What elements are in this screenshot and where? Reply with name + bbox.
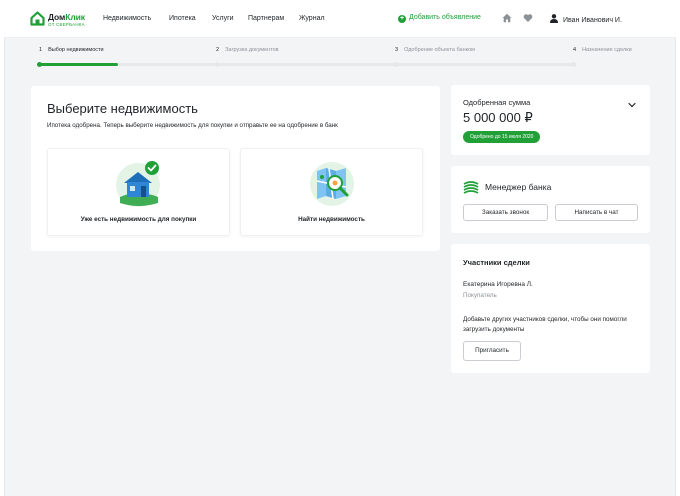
user-icon bbox=[550, 14, 558, 23]
bank-manager-card: Менеджер банка Заказать звонок Написать … bbox=[451, 166, 650, 233]
option-have-property[interactable]: Уже есть недвижимость для покупки bbox=[47, 148, 230, 236]
logo-text: ДомКлик bbox=[48, 12, 85, 22]
deal-participants-card: Участники сделки Екатерина Игоревна Л. П… bbox=[451, 244, 650, 373]
progress-track bbox=[40, 63, 576, 66]
participant-name: Екатерина Игоревна Л. bbox=[463, 281, 533, 288]
chevron-down-icon[interactable] bbox=[628, 102, 636, 108]
option-find-property[interactable]: Найти недвижимость bbox=[240, 148, 423, 236]
participant-role: Покупатель bbox=[463, 292, 497, 299]
step-1: 1 Выбор недвижимости bbox=[39, 47, 104, 53]
progress-fill bbox=[40, 63, 118, 66]
user-name: Иван Иванович И. bbox=[563, 17, 622, 24]
step-3: 3 Одобрение объекта банком bbox=[395, 47, 475, 53]
user-menu[interactable]: Иван Иванович И. bbox=[550, 14, 622, 24]
step-dot-1 bbox=[37, 62, 42, 67]
step-dot-2 bbox=[214, 62, 219, 67]
logo[interactable]: ДомКлик ОТ СБЕРБАНКА bbox=[30, 10, 90, 30]
nav-mortgage[interactable]: Ипотека bbox=[169, 15, 196, 22]
logo-subtitle: ОТ СБЕРБАНКА bbox=[48, 22, 85, 27]
participants-title: Участники сделки bbox=[463, 258, 530, 267]
logo-house-icon bbox=[30, 11, 45, 26]
step-2: 2 Загрузка документов bbox=[216, 47, 279, 53]
request-call-button[interactable]: Заказать звонок bbox=[463, 204, 548, 221]
approved-amount-value: 5 000 000 ₽ bbox=[463, 110, 533, 125]
step-dot-4 bbox=[571, 62, 576, 67]
nav-journal[interactable]: Журнал bbox=[299, 15, 325, 22]
plus-icon: + bbox=[398, 15, 406, 23]
heart-icon[interactable] bbox=[523, 13, 533, 23]
sber-logo-icon bbox=[463, 181, 479, 194]
invite-button[interactable]: Пригласить bbox=[463, 341, 521, 361]
nav-partners[interactable]: Партнерам bbox=[248, 15, 284, 22]
approved-amount-card[interactable]: Одобренная сумма 5 000 000 ₽ Одобрено до… bbox=[451, 85, 650, 155]
option-have-property-label: Уже есть недвижимость для покупки bbox=[80, 216, 197, 223]
page-title: Выберите недвижимость bbox=[47, 101, 198, 116]
page-subtitle: Ипотека одобрена. Теперь выберите недвиж… bbox=[47, 122, 338, 129]
participants-hint: Добавьте других участников сделки, чтобы… bbox=[463, 316, 627, 333]
step-4: 4 Назначение сделки bbox=[573, 47, 632, 53]
write-chat-button[interactable]: Написать в чат bbox=[555, 204, 638, 221]
map-search-icon bbox=[310, 162, 354, 206]
house-check-icon bbox=[116, 161, 160, 207]
status-badge: Одобрено до 15 июля 2020 bbox=[463, 131, 541, 143]
choose-property-card: Выберите недвижимость Ипотека одобрена. … bbox=[31, 86, 440, 251]
bank-manager-title: Менеджер банка bbox=[485, 182, 552, 192]
step-dot-3 bbox=[393, 62, 398, 67]
nav-services[interactable]: Услуги bbox=[212, 15, 234, 22]
add-listing-button[interactable]: + Добавить объявление bbox=[398, 14, 481, 23]
approved-amount-label: Одобренная сумма bbox=[463, 98, 531, 107]
home-icon[interactable] bbox=[502, 13, 512, 23]
nav-realty[interactable]: Недвижимость bbox=[103, 15, 151, 22]
option-find-property-label: Найти недвижимость bbox=[298, 216, 365, 223]
add-listing-label: Добавить объявление bbox=[409, 14, 481, 21]
